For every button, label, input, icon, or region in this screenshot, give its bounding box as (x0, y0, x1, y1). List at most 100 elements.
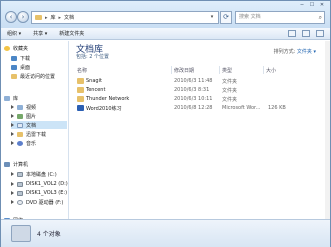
nav-item-drive-d[interactable]: DISK1_VOL2 (D:) (11, 180, 68, 188)
expand-arrow-icon[interactable] (11, 141, 14, 145)
arrange-by-dropdown[interactable]: 文件夹 ▾ (297, 49, 316, 55)
hard-drive-icon (17, 190, 23, 196)
file-row[interactable]: Word2010练习 2010/6/8 12:28 Microsoft Wor.… (70, 104, 324, 112)
preview-pane-icon[interactable] (302, 30, 310, 37)
search-placeholder: 搜索 文档 (239, 14, 261, 20)
expand-arrow-icon[interactable] (11, 200, 14, 204)
breadcrumb-library[interactable]: 库 (51, 14, 56, 21)
expand-arrow-icon[interactable] (11, 182, 14, 186)
file-date: 2010/6/3 11:48 (174, 78, 213, 84)
title-bar: ‹ › ▸ 库 ▸ 文档 ▾ ⟳ 搜索 文档 ⌕ ─ ☐ ✕ (1, 1, 330, 28)
view-options-icon[interactable] (288, 30, 296, 37)
download-folder-icon (11, 55, 17, 61)
nav-item-music[interactable]: 音乐 (11, 139, 36, 147)
column-header-size[interactable]: 大小 (266, 67, 276, 74)
video-library-icon (17, 104, 23, 110)
nav-item-downloads[interactable]: 下载 (11, 54, 30, 62)
refresh-button[interactable]: ⟳ (220, 11, 232, 24)
nav-item-label: 文档 (26, 122, 37, 129)
picture-library-icon (17, 113, 23, 119)
new-folder-button[interactable]: 新建文件夹 (59, 30, 84, 37)
nav-item-label: DVD 驱动器 (F:) (26, 199, 64, 206)
file-row[interactable]: Tencent 2010/6/3 8:31 文件夹 (70, 86, 324, 94)
nav-item-label: 音乐 (26, 140, 37, 147)
nav-item-label: 最近访问的位置 (20, 73, 56, 80)
nav-item-dvd-f[interactable]: DVD 驱动器 (F:) (11, 198, 63, 206)
arrange-by-label: 排列方式: (273, 49, 296, 55)
music-library-icon (17, 140, 23, 146)
file-row[interactable]: Thunder Network 2010/6/3 10:11 文件夹 (70, 95, 324, 103)
column-divider[interactable] (219, 66, 220, 74)
details-pane: 4 个对象 (1, 219, 330, 247)
nav-item-thunder-downloads[interactable]: 迅雷下载 (11, 130, 46, 138)
file-size: 126 KB (268, 105, 286, 111)
close-button[interactable]: ✕ (317, 1, 327, 9)
file-name: Word2010练习 (86, 106, 122, 112)
chevron-down-icon[interactable]: ▾ (207, 12, 217, 23)
nav-libraries[interactable]: 库 (4, 94, 18, 102)
nav-item-desktop[interactable]: 桌面 (11, 63, 30, 71)
nav-libraries-label: 库 (13, 95, 19, 102)
column-header-type[interactable]: 类型 (222, 67, 232, 74)
hard-drive-icon (17, 171, 23, 177)
vertical-scrollbar[interactable] (325, 41, 330, 219)
nav-computer[interactable]: 计算机 (4, 160, 28, 168)
expand-arrow-icon[interactable] (11, 114, 14, 118)
nav-item-drive-c[interactable]: 本地磁盘 (C:) (11, 170, 57, 178)
word-doc-icon (77, 105, 84, 111)
folder-icon (77, 87, 84, 93)
library-icon (11, 225, 31, 242)
organize-button[interactable]: 组织 ▾ (7, 30, 21, 37)
navigation-pane: 收藏夹 下载 桌面 最近访问的位置 库 视频 图片 文档 迅雷下载 音乐 计算机… (1, 41, 69, 224)
expand-arrow-icon[interactable] (11, 132, 14, 136)
nav-item-label: 下载 (20, 55, 31, 62)
library-locations-link[interactable]: 包括: 2 个位置 (76, 53, 109, 60)
expand-arrow-icon[interactable] (11, 191, 14, 195)
recent-places-icon (11, 73, 17, 79)
file-date: 2010/6/3 8:31 (174, 87, 210, 93)
column-divider[interactable] (263, 66, 264, 74)
folder-icon (77, 96, 84, 102)
nav-item-drive-e[interactable]: DISK1_VOL3 (E:) (11, 189, 67, 197)
column-divider[interactable] (171, 66, 172, 74)
search-input[interactable]: 搜索 文档 ⌕ (235, 11, 325, 24)
dvd-drive-icon (17, 199, 23, 205)
breadcrumb-documents[interactable]: 文档 (64, 14, 74, 21)
forward-button[interactable]: › (17, 11, 29, 23)
address-bar[interactable]: ▸ 库 ▸ 文档 ▾ (31, 11, 219, 24)
file-list-pane: 文档库 包括: 2 个位置 排列方式: 文件夹 ▾ 名称 修改日期 类型 大小 … (70, 41, 330, 219)
nav-item-label: 迅雷下载 (26, 131, 47, 138)
computer-icon (4, 161, 10, 167)
nav-item-label: DISK1_VOL3 (E:) (26, 190, 68, 196)
library-icon (4, 95, 10, 101)
nav-item-label: 图片 (26, 113, 37, 120)
desktop-icon (11, 64, 17, 70)
nav-item-documents[interactable]: 文档 (11, 121, 67, 129)
file-name: Snagit (86, 78, 102, 84)
minimize-button[interactable]: ─ (297, 1, 307, 9)
column-header-date[interactable]: 修改日期 (174, 67, 194, 74)
expand-arrow-icon[interactable] (11, 123, 14, 127)
nav-item-label: 视频 (26, 104, 37, 111)
arrange-by: 排列方式: 文件夹 ▾ (274, 48, 316, 55)
search-icon: ⌕ (318, 14, 322, 21)
library-icon (35, 15, 42, 20)
star-icon (4, 45, 10, 51)
expand-arrow-icon[interactable] (11, 172, 14, 176)
nav-item-pictures[interactable]: 图片 (11, 112, 36, 120)
file-date: 2010/6/3 10:11 (174, 96, 213, 102)
file-row[interactable]: Snagit 2010/6/3 11:48 文件夹 (70, 77, 324, 85)
window-controls: ─ ☐ ✕ (297, 1, 327, 9)
nav-item-videos[interactable]: 视频 (11, 103, 36, 111)
back-button[interactable]: ‹ (5, 11, 17, 23)
help-icon[interactable] (316, 30, 324, 37)
file-name: Thunder Network (86, 96, 130, 102)
column-header-name[interactable]: 名称 (77, 67, 87, 74)
nav-favorites[interactable]: 收藏夹 (4, 44, 28, 52)
folder-icon (77, 78, 84, 84)
share-button[interactable]: 共享 ▾ (33, 30, 47, 37)
nav-item-recent[interactable]: 最近访问的位置 (11, 72, 55, 80)
nav-item-label: 本地磁盘 (C:) (26, 171, 57, 178)
expand-arrow-icon[interactable] (11, 105, 14, 109)
maximize-button[interactable]: ☐ (307, 1, 317, 9)
